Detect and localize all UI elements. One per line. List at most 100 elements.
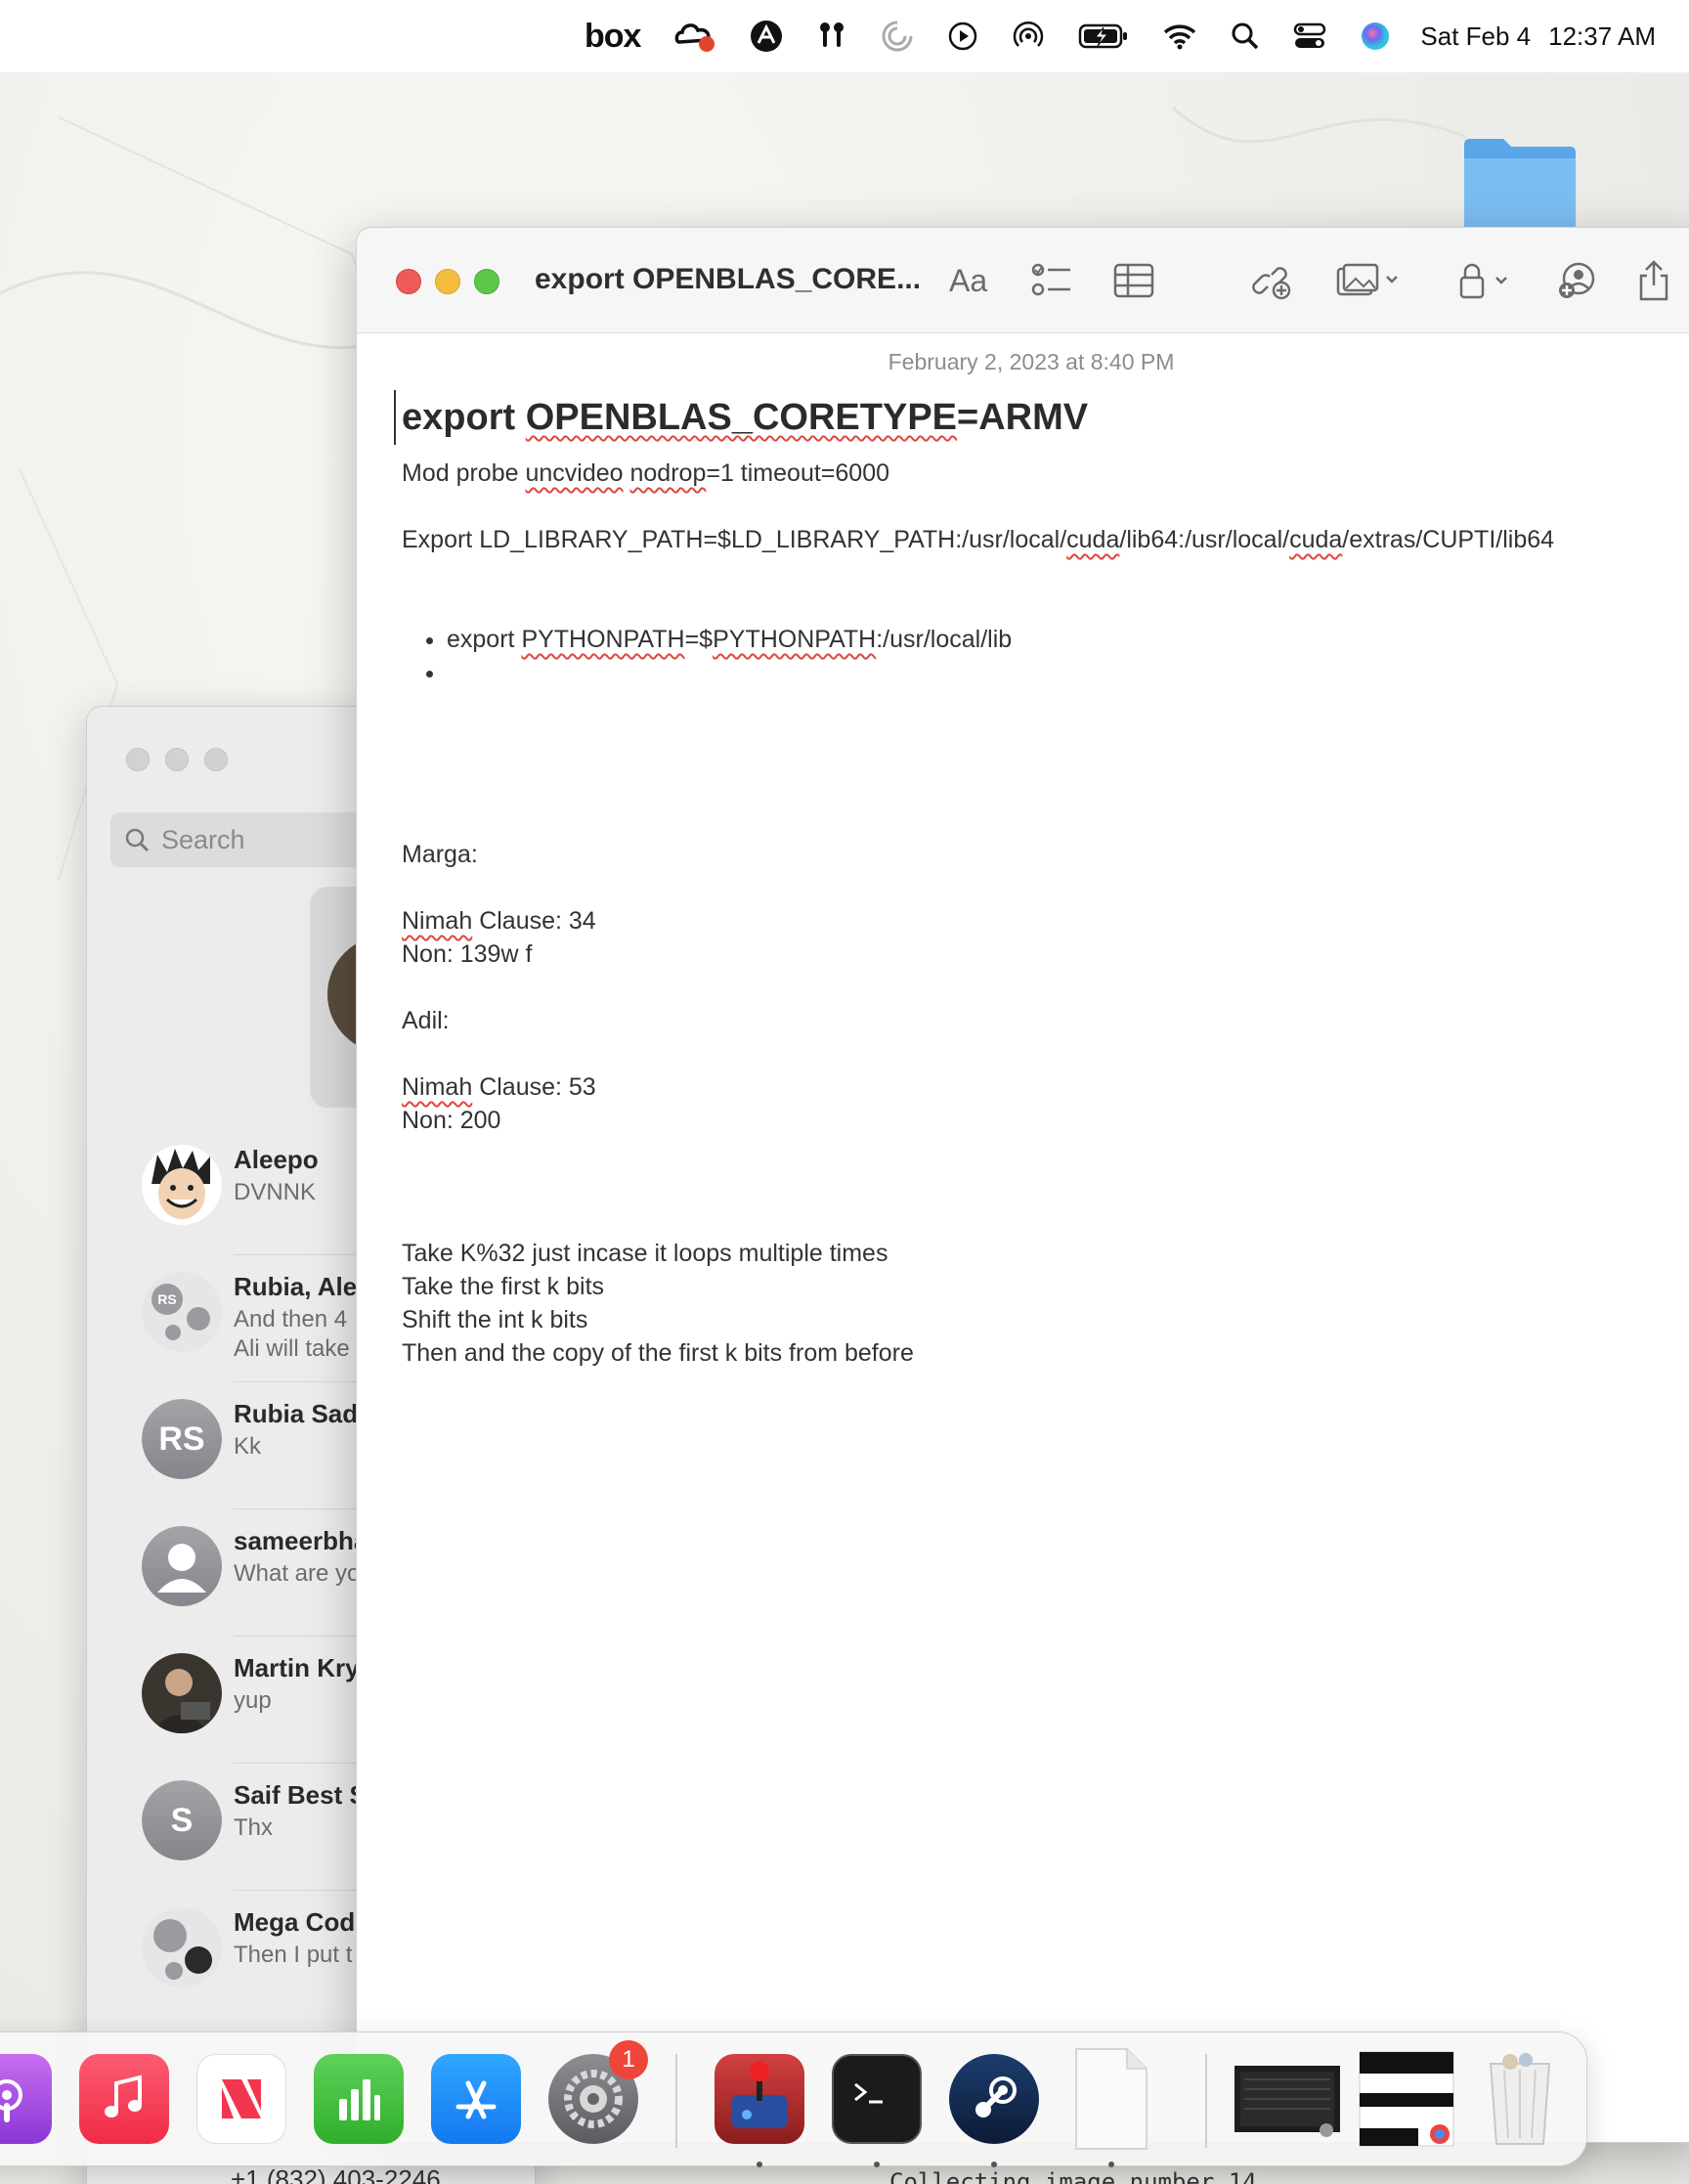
zoom-button[interactable] [474, 269, 499, 294]
note-body[interactable]: export OPENBLAS_CORETYPE=ARMV Mod probe … [394, 390, 1689, 1370]
trash-icon[interactable] [1475, 2053, 1565, 2145]
conversation-preview: Thx [234, 1814, 274, 1841]
media-icon[interactable] [1336, 257, 1399, 304]
note-line-modprobe: Mod probe uncvideo nodrop=1 timeout=6000 [402, 457, 1689, 490]
collaborate-link-icon[interactable] [1252, 257, 1293, 304]
search-icon[interactable] [1231, 17, 1260, 56]
news-icon[interactable] [196, 2054, 286, 2144]
close-button[interactable] [126, 748, 150, 771]
menu-bar-date: Sat Feb 4 [1420, 21, 1532, 51]
avatar [142, 1526, 222, 1606]
spellcheck-word: Nimah [402, 1073, 473, 1101]
conversation-name: Saif Best S [234, 1780, 367, 1810]
airpods-icon[interactable] [816, 17, 847, 56]
note-line-step: Take the first k bits [402, 1273, 605, 1300]
notes-toolbar: export OPENBLAS_CORE... Aa [357, 228, 1689, 333]
desktop-folder-icon[interactable] [1460, 135, 1578, 233]
creative-cloud-icon[interactable] [673, 17, 716, 56]
bullet-item: ​ [447, 656, 1689, 689]
box-logo[interactable]: box [585, 17, 641, 56]
group-member-avatar [153, 1919, 187, 1952]
running-indicator [1108, 2162, 1114, 2167]
spellcheck-word: PYTHONPATH [713, 626, 877, 653]
text-run: Clause: 34 [472, 907, 596, 935]
zoom-button[interactable] [204, 748, 228, 771]
music-icon[interactable] [79, 2054, 169, 2144]
siri-icon[interactable] [1360, 17, 1391, 56]
close-button[interactable] [396, 269, 421, 294]
menu-bar-clock[interactable]: Sat Feb 4 12:37 AM [1420, 22, 1656, 52]
running-indicator [991, 2162, 997, 2167]
conversation-preview: What are yo [234, 1560, 361, 1587]
running-indicator [874, 2162, 880, 2167]
heading-text: =ARMV [957, 397, 1089, 438]
notes-window: export OPENBLAS_CORE... Aa February 2, 2… [356, 227, 1689, 2143]
wifi-icon[interactable] [1162, 17, 1197, 56]
text-run: Mod probe [402, 459, 526, 487]
app-store-icon[interactable] [431, 2054, 521, 2144]
joystick-app-icon[interactable] [715, 2054, 804, 2144]
conversation-name: Rubia, Ale [234, 1272, 358, 1301]
spellcheck-word: cuda [1066, 526, 1120, 553]
conversation-name: Mega Cod [234, 1907, 356, 1937]
conversation-preview: yup [234, 1687, 272, 1714]
sync-icon[interactable] [881, 17, 914, 56]
note-line-step: Shift the int k bits [402, 1306, 588, 1333]
dock-separator [1205, 2054, 1207, 2148]
bullet-list: export PYTHONPATH=$PYTHONPATH:/usr/local… [402, 623, 1689, 689]
note-line-marga-non: Non: 139w f [402, 940, 533, 968]
document-icon[interactable] [1066, 2048, 1156, 2150]
text-run: /extras/CUPTI/lib64 [1342, 526, 1555, 553]
play-icon[interactable] [947, 17, 978, 56]
notes-window-controls [396, 269, 513, 294]
control-center-icon[interactable] [1293, 17, 1326, 56]
avatar [142, 1653, 222, 1733]
share-person-icon[interactable] [1557, 257, 1596, 304]
format-button[interactable]: Aa [949, 257, 987, 304]
share-icon[interactable] [1637, 257, 1670, 304]
terminal-icon[interactable] [832, 2054, 922, 2144]
avatar: RS [142, 1399, 222, 1479]
conversation-phone-number: +1 (832) 403-2246 [231, 2164, 441, 2184]
avatar-initials: S [142, 1780, 222, 1860]
note-line-export-ld: Export LD_LIBRARY_PATH=$LD_LIBRARY_PATH:… [402, 523, 1689, 556]
spellcheck-word: nodrop [629, 459, 707, 487]
lock-icon[interactable] [1457, 257, 1514, 304]
minimize-button[interactable] [165, 748, 189, 771]
note-line-adil-clause: Nimah Clause: 53 [402, 1070, 1689, 1104]
screen-thumbnail-1[interactable] [1233, 2054, 1342, 2144]
note-line-step: Then and the copy of the first k bits fr… [402, 1339, 914, 1367]
text-run: export [447, 626, 522, 653]
avatar: S [142, 1780, 222, 1860]
minimize-button[interactable] [435, 269, 460, 294]
battery-icon[interactable] [1078, 17, 1129, 56]
podcasts-icon[interactable] [0, 2054, 52, 2144]
app-icon[interactable] [750, 17, 783, 56]
text-run: Export LD_LIBRARY_PATH=$LD_LIBRARY_PATH:… [402, 526, 1067, 553]
checklist-icon[interactable] [1031, 257, 1072, 304]
airdrop-icon[interactable] [1012, 17, 1045, 56]
steam-icon[interactable] [949, 2054, 1039, 2144]
system-settings-icon[interactable]: 1 [548, 2040, 648, 2144]
dock-separator [675, 2054, 677, 2148]
note-line-adil-non: Non: 200 [402, 1107, 501, 1134]
spellcheck-word: cuda [1289, 526, 1343, 553]
note-date: February 2, 2023 at 8:40 PM [888, 349, 1175, 374]
numbers-icon[interactable] [314, 2054, 404, 2144]
avatar [142, 1145, 222, 1225]
note-line-step: Take K%32 just incase it loops multiple … [402, 1240, 888, 1267]
group-avatar: RS [142, 1272, 222, 1352]
group-member-avatar [165, 1962, 183, 1980]
text-run [624, 459, 630, 487]
text-run: =$ [684, 626, 714, 653]
text-run: Clause: 53 [472, 1073, 596, 1101]
conversation-preview: Then I put t [234, 1942, 353, 1968]
search-icon [125, 828, 150, 852]
conversation-preview: DVNNK [234, 1179, 317, 1205]
screen-thumbnail-2[interactable] [1358, 2051, 1455, 2147]
running-indicator [757, 2162, 762, 2167]
conversation-name: Rubia Sad [234, 1399, 359, 1428]
note-line-adil: Adil: [402, 1007, 450, 1034]
spellcheck-word: PYTHONPATH [521, 626, 685, 653]
table-icon[interactable] [1113, 257, 1154, 304]
